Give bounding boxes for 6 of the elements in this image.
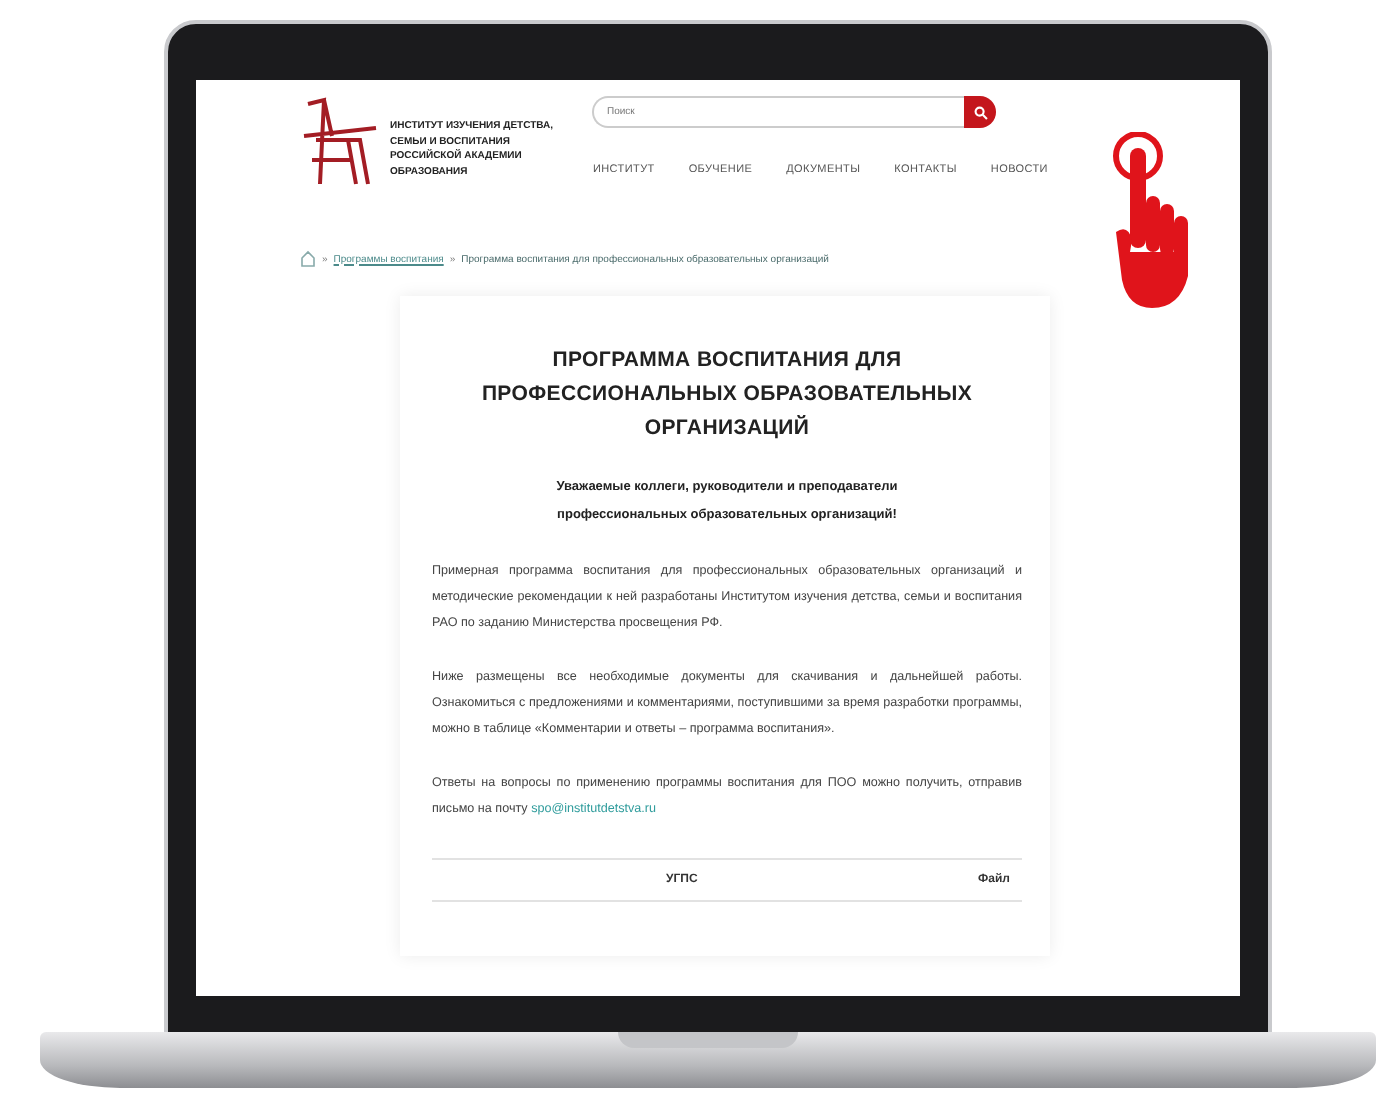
search-icon [973, 105, 988, 119]
pointing-hand-icon [1112, 132, 1192, 312]
home-icon [300, 250, 316, 268]
page-title: ПРОГРАММА ВОСПИТАНИЯ ДЛЯ ПРОФЕССИОНАЛЬНЫХ ОБРАЗОВАТЕЛЬНЫХ ОРГАНИЗАЦИЙ [479, 346, 975, 444]
chair-logo-icon [300, 96, 380, 188]
search-button[interactable] [964, 96, 997, 128]
